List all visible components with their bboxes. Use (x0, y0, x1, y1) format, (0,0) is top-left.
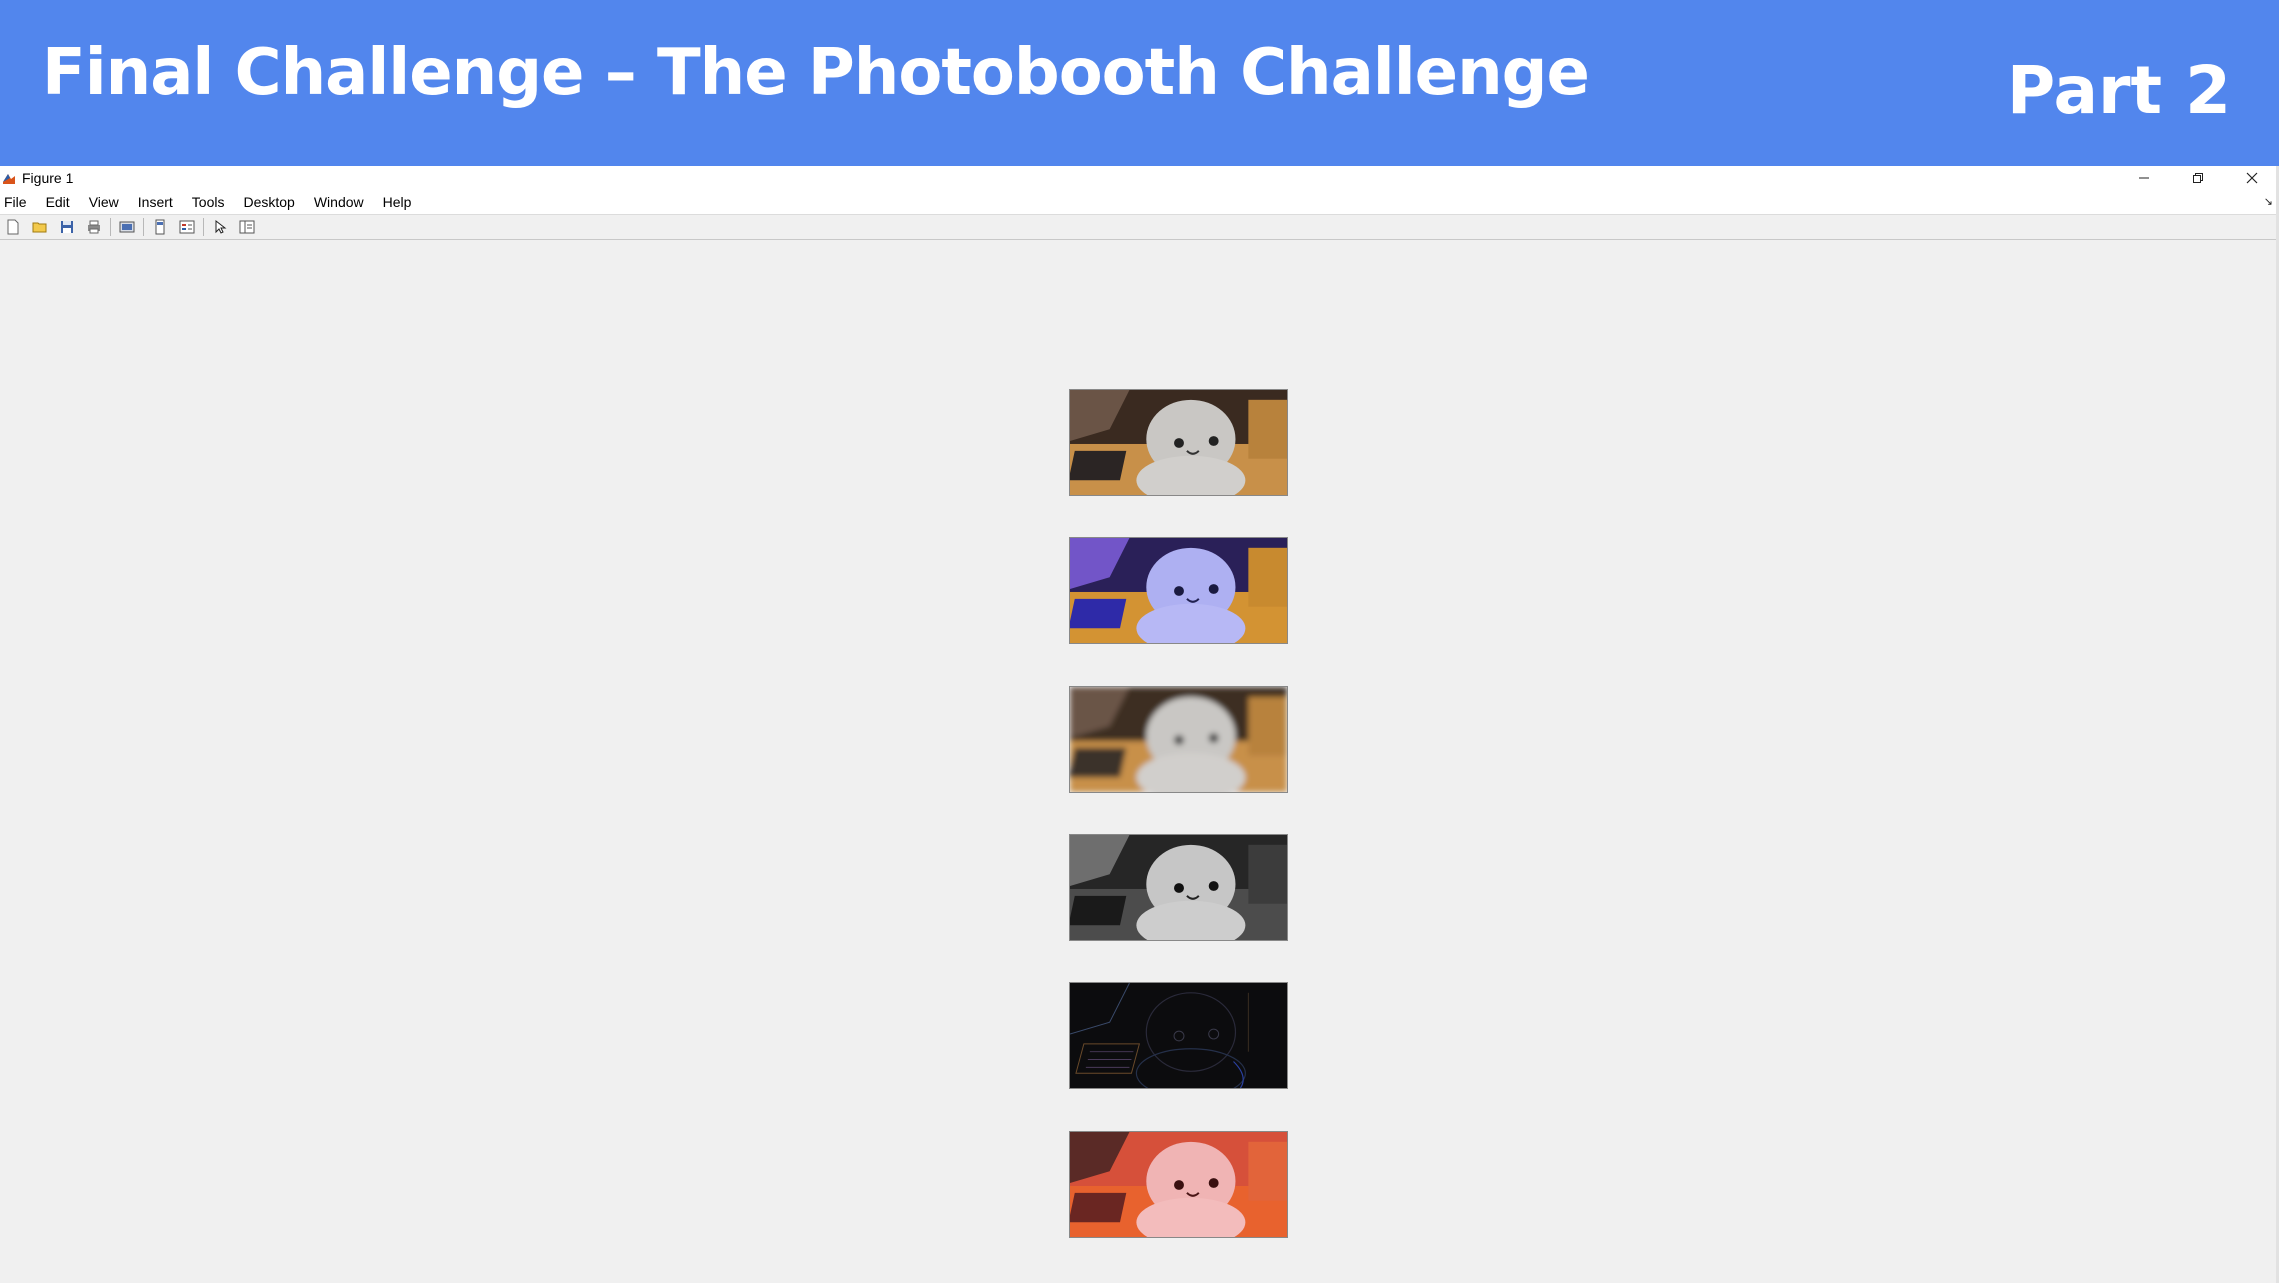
slide-title: Final Challenge – The Photobooth Challen… (42, 36, 1590, 110)
figure-canvas (0, 242, 2279, 1283)
photo-original (1069, 389, 1288, 496)
menu-desktop[interactable]: Desktop (243, 194, 294, 210)
print-preview-button[interactable] (116, 217, 138, 237)
print-icon (88, 220, 100, 234)
photo-grayscale (1069, 834, 1288, 941)
menu-insert[interactable]: Insert (138, 194, 173, 210)
edit-plot-button[interactable] (209, 217, 231, 237)
photo-red-tint (1069, 1131, 1288, 1238)
plush-photo-blue-tint (1070, 538, 1287, 643)
plush-photo-edge-detect (1070, 983, 1287, 1088)
insert-legend-button[interactable] (176, 217, 198, 237)
plush-photo-blur (1070, 687, 1287, 792)
insert-legend-icon (179, 220, 195, 234)
link-plot-icon (155, 219, 165, 235)
slide-part-label: Part 2 (2006, 52, 2231, 129)
toolbar-separator (110, 218, 111, 236)
close-button[interactable] (2225, 166, 2279, 190)
dock-arrow-icon[interactable]: ↘ (2264, 195, 2273, 208)
photo-edge-detect (1069, 982, 1288, 1089)
plush-photo-original (1070, 390, 1287, 495)
open-file-button[interactable] (29, 217, 51, 237)
open-file-icon (32, 222, 47, 233)
minimize-icon (2139, 177, 2149, 179)
menu-tools[interactable]: Tools (192, 194, 225, 210)
window-controls (2117, 166, 2279, 190)
edit-plot-icon (215, 219, 227, 234)
toolbar-separator (143, 218, 144, 236)
save-icon (61, 221, 73, 233)
save-button[interactable] (56, 217, 78, 237)
menu-file[interactable]: File (4, 194, 27, 210)
property-inspector-button[interactable] (236, 217, 258, 237)
property-inspector-icon (239, 220, 255, 234)
window-titlebar[interactable]: Figure 1 (0, 166, 2279, 190)
new-figure-icon (7, 219, 19, 235)
plush-photo-grayscale (1070, 835, 1287, 940)
figure-window: Figure 1 File Edit View Insert Tools Des… (0, 166, 2279, 1283)
menu-help[interactable]: Help (383, 194, 412, 210)
restore-button[interactable] (2171, 166, 2225, 190)
toolbar-separator (203, 218, 204, 236)
menu-edit[interactable]: Edit (46, 194, 70, 210)
menu-bar: File Edit View Insert Tools Desktop Wind… (0, 190, 2279, 214)
plush-photo-red-tint (1070, 1132, 1287, 1237)
link-plot-button[interactable] (149, 217, 171, 237)
photo-blue-tint (1069, 537, 1288, 644)
menu-view[interactable]: View (89, 194, 119, 210)
slide-banner: Final Challenge – The Photobooth Challen… (0, 0, 2279, 166)
minimize-button[interactable] (2117, 166, 2171, 190)
photo-blur (1069, 686, 1288, 793)
close-icon (2246, 172, 2258, 184)
figure-toolbar (0, 214, 2279, 240)
window-title: Figure 1 (22, 170, 74, 186)
matlab-figure-icon (2, 171, 16, 185)
print-button[interactable] (83, 217, 105, 237)
new-figure-button[interactable] (2, 217, 24, 237)
menu-window[interactable]: Window (314, 194, 364, 210)
restore-icon (2193, 173, 2203, 183)
print-preview-icon (119, 221, 135, 233)
